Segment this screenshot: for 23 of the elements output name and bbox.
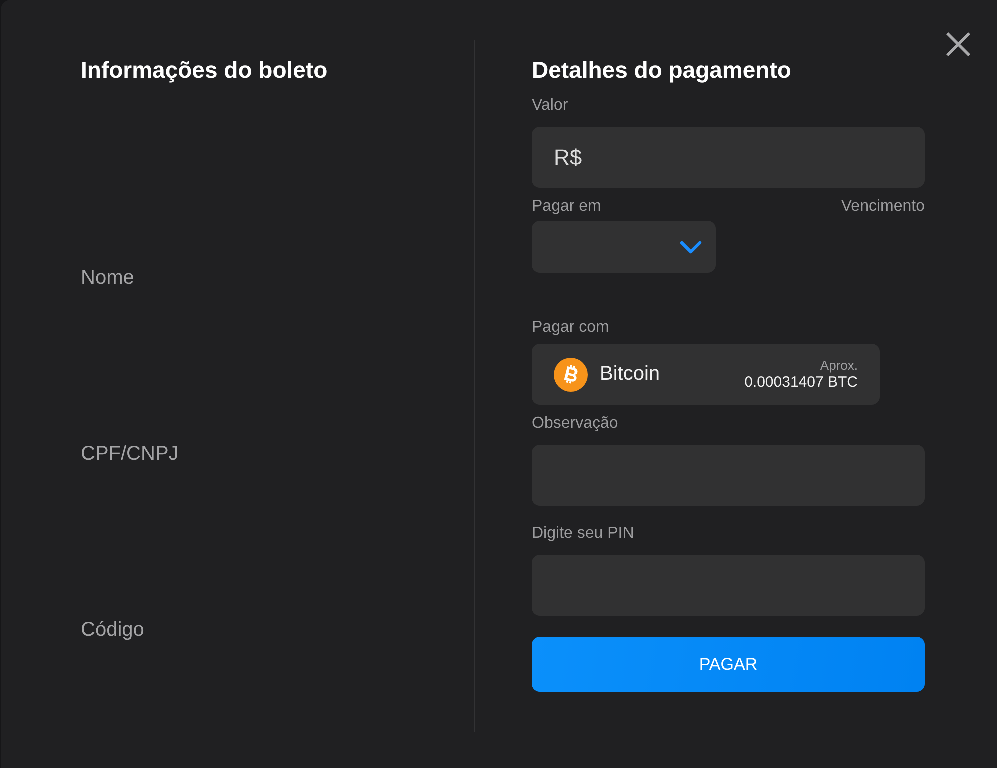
info-label: Nome <box>81 266 134 290</box>
date-select[interactable] <box>532 221 716 273</box>
field-label: Valor <box>532 96 570 116</box>
currency-prefix: R$ <box>554 144 582 170</box>
field-label: Digite seu PIN <box>532 524 636 544</box>
close-icon <box>946 32 971 57</box>
payment-method-card[interactable]: Bitcoin Aprox. 0.00031407 BTC <box>532 344 880 405</box>
field-label: Pagar com <box>532 318 610 338</box>
section-title: Detalhes do pagamento <box>532 56 792 84</box>
bitcoin-icon <box>554 358 588 392</box>
info-label: CPF/CNPJ <box>81 442 179 466</box>
field-label: Vencimento <box>841 197 925 217</box>
approx-label: Aprox. <box>820 358 858 374</box>
amount-field[interactable]: R$ <box>532 127 925 188</box>
chevron-down-icon <box>680 240 702 254</box>
field-label: Observação <box>532 414 620 434</box>
currency-name: Bitcoin <box>600 363 660 386</box>
field-label: Pagar em <box>532 197 602 217</box>
pay-button[interactable]: PAGAR <box>532 637 925 692</box>
info-label: Código <box>81 618 144 642</box>
section-title: Informações do boleto <box>81 56 329 84</box>
close-button[interactable] <box>946 32 971 57</box>
approx-amount: 0.00031407 BTC <box>744 374 858 392</box>
